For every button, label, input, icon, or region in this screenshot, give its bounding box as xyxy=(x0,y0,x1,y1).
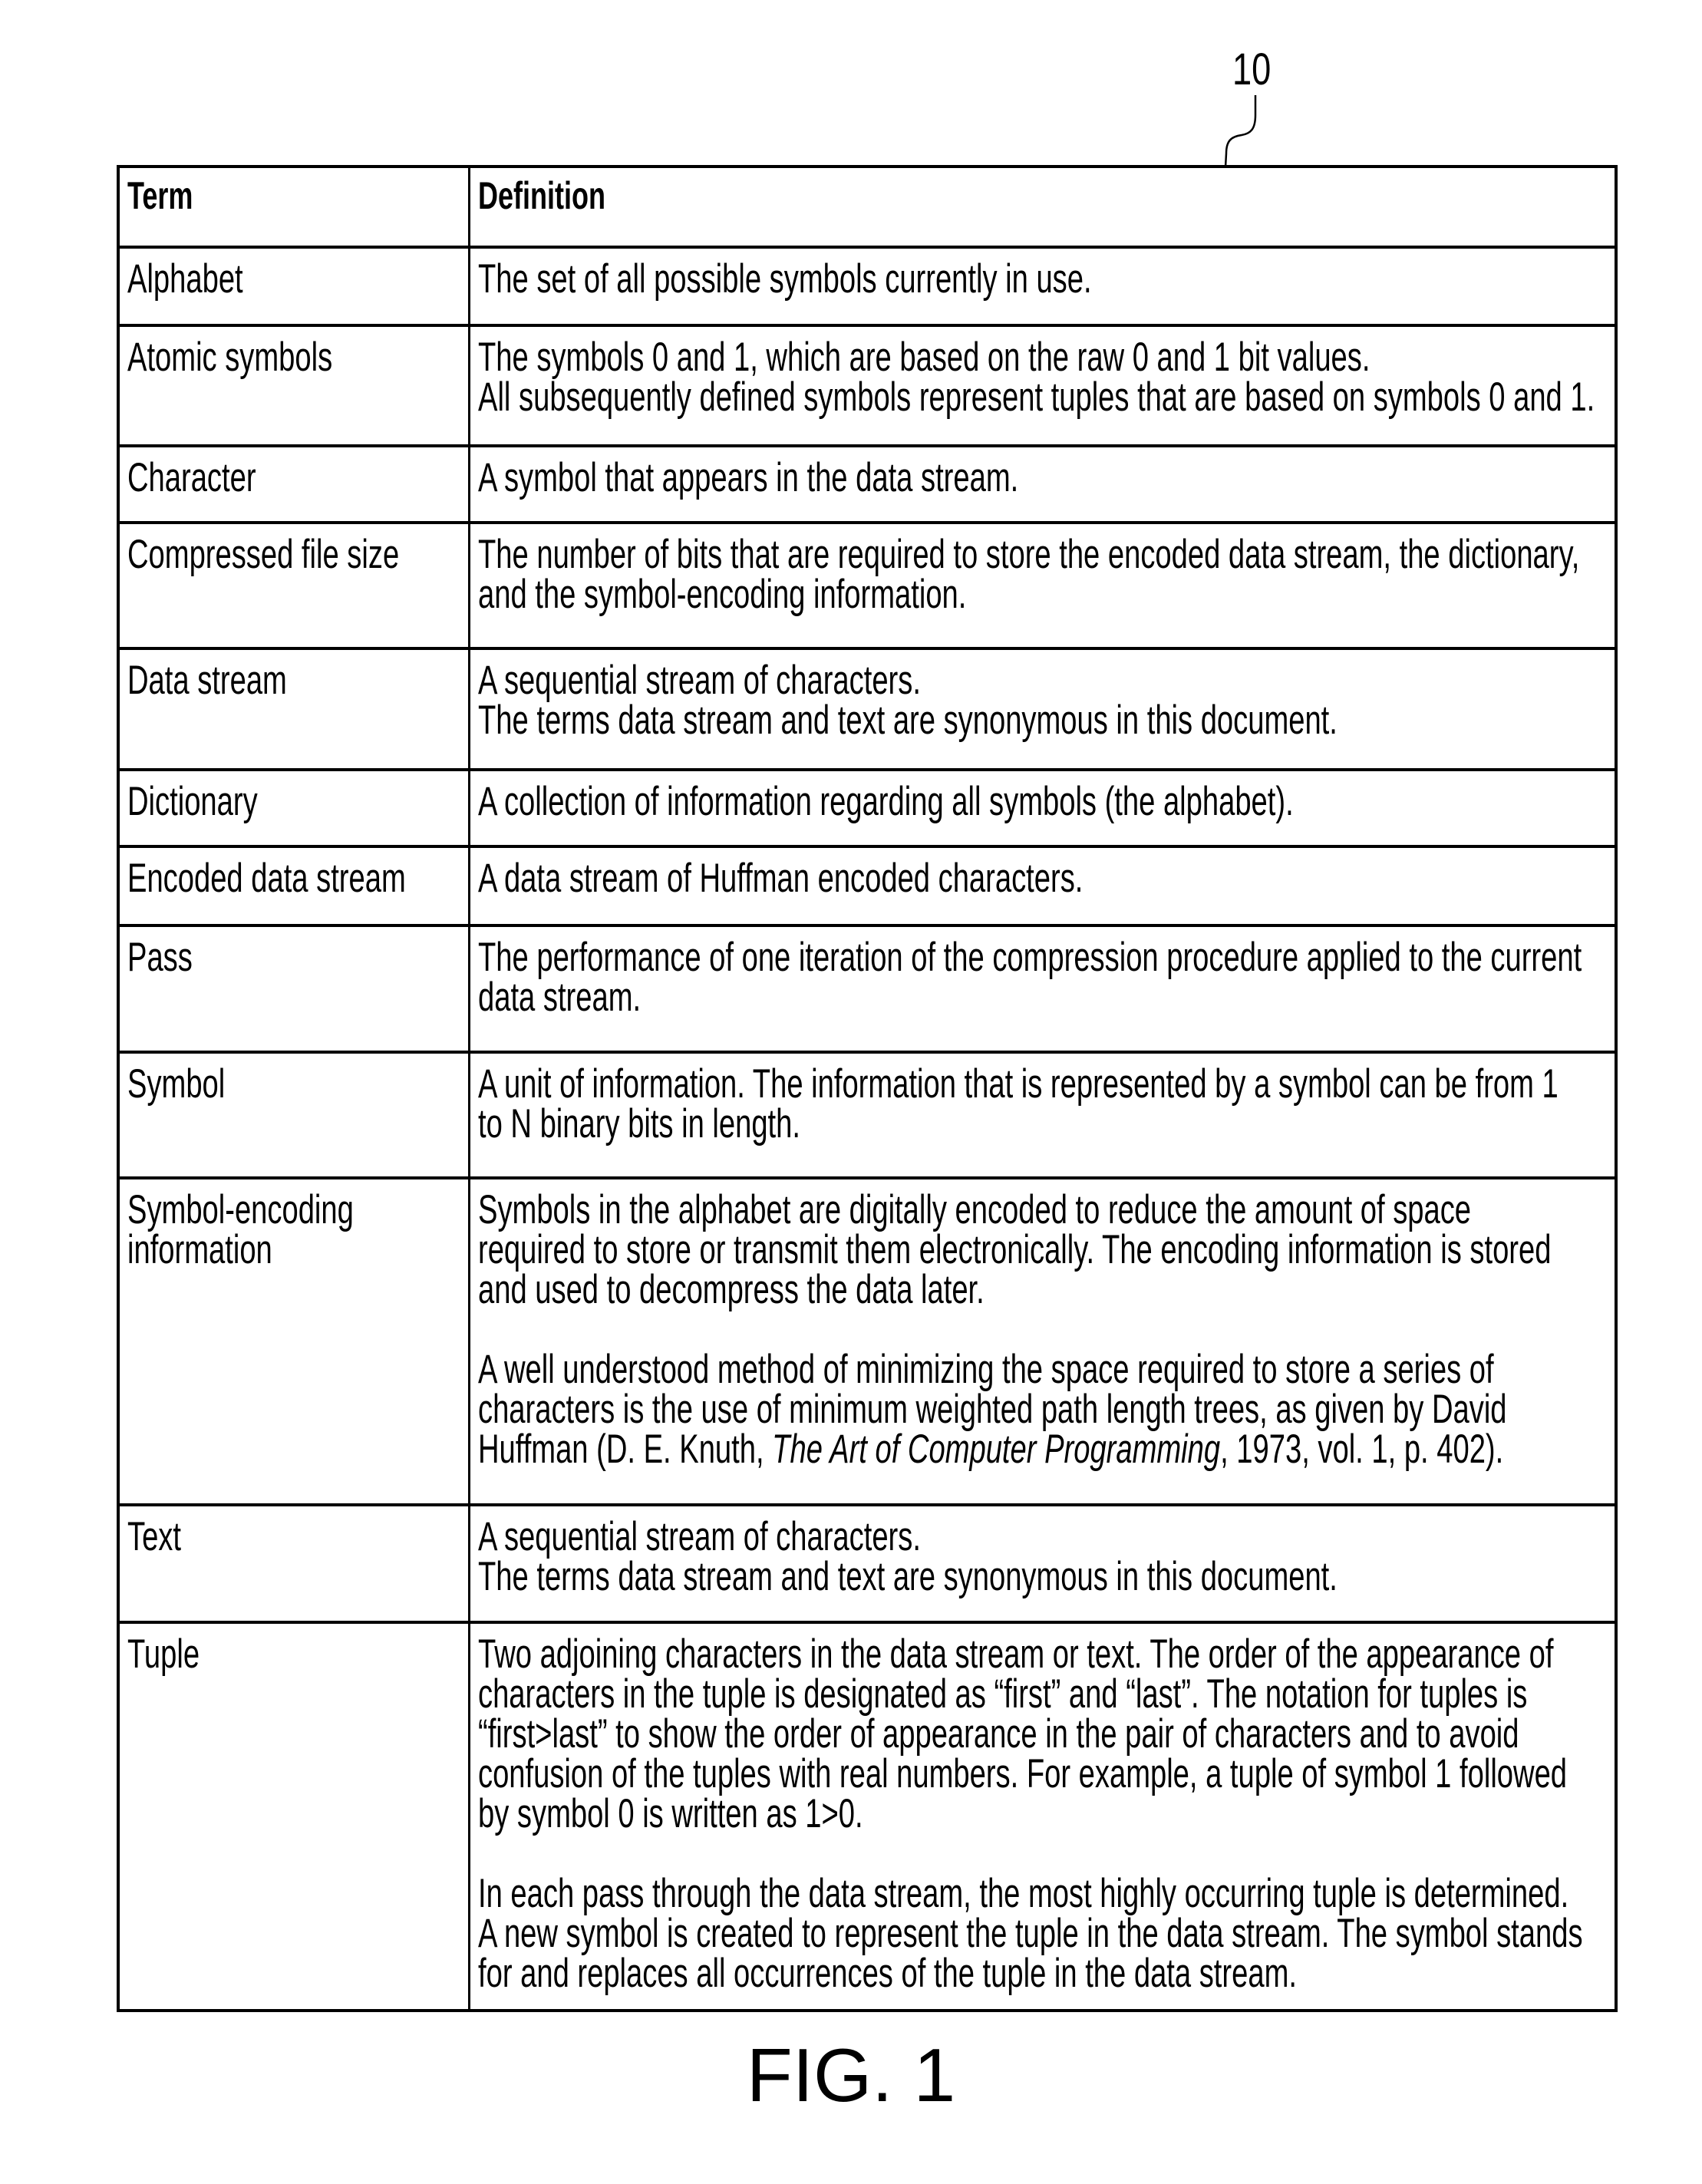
term-cell: Text xyxy=(120,1506,468,1621)
definition-text: characters in the tuple is designated as… xyxy=(478,1671,1528,1717)
definition-text: required to store or transmit them elect… xyxy=(478,1227,1552,1272)
definition-text: The set of all possible symbols currentl… xyxy=(478,256,1092,302)
definition-text: The performance of one iteration of the … xyxy=(478,935,1582,980)
term-cell: Dictionary xyxy=(120,771,468,845)
definition-text: The terms data stream and text are synon… xyxy=(478,1554,1338,1599)
definition-cell: A unit of information. The information t… xyxy=(470,1054,1615,1176)
term-cell: Symbol-encoding information xyxy=(120,1179,468,1503)
term-text: Atomic symbols xyxy=(127,335,333,380)
table-row: Dictionary A collection of information re… xyxy=(120,768,1615,845)
definition-text: A data stream of Huffman encoded charact… xyxy=(478,856,1084,901)
definition-cell: A sequential stream of characters. The te… xyxy=(470,650,1615,768)
definition-text: The symbols 0 and 1, which are based on … xyxy=(478,335,1371,380)
definition-text: A collection of information regarding al… xyxy=(478,779,1294,824)
term-cell: Pass xyxy=(120,927,468,1051)
table-row: Symbol A unit of information. The informa… xyxy=(120,1051,1615,1176)
term-cell: Encoded data stream xyxy=(120,848,468,924)
definition-text: A sequential stream of characters. xyxy=(478,1514,921,1559)
definition-cell: The performance of one iteration of the … xyxy=(470,927,1615,1051)
definition-text: A symbol that appears in the data stream… xyxy=(478,455,1019,500)
definition-cell: A data stream of Huffman encoded charact… xyxy=(470,848,1615,924)
definition-text: and used to decompress the data later. xyxy=(478,1267,985,1312)
term-text: Pass xyxy=(127,935,193,980)
header-definition-label: Definition xyxy=(478,174,605,217)
definition-cell: The number of bits that are required to … xyxy=(470,524,1615,647)
definition-text: for and replaces all occurrences of the … xyxy=(478,1951,1297,1996)
definition-text: and the symbol-encoding information. xyxy=(478,572,967,617)
definition-cell: The symbols 0 and 1, which are based on … xyxy=(470,327,1615,444)
term-text: Data stream xyxy=(127,658,287,703)
table-row: Atomic symbols The symbols 0 and 1, which… xyxy=(120,324,1615,444)
term-text: Character xyxy=(127,455,256,500)
definition-text: by symbol 0 is written as 1>0. xyxy=(478,1791,863,1836)
definition-text: characters is the use of minimum weighte… xyxy=(478,1387,1507,1432)
definition-text: Huffman (D. E. Knuth, The Art of Compute… xyxy=(478,1427,1504,1472)
definition-text: The number of bits that are required to … xyxy=(478,532,1580,577)
term-cell: Compressed file size xyxy=(120,524,468,647)
definition-text: A new symbol is created to represent the… xyxy=(478,1911,1583,1956)
definition-text: to N binary bits in length. xyxy=(478,1101,800,1146)
term-text: Tuple xyxy=(127,1631,200,1677)
definition-text: “first>last” to show the order of appear… xyxy=(478,1711,1519,1757)
figure-caption-text: FIG. 1 xyxy=(746,2033,956,2117)
term-cell: Alphabet xyxy=(120,249,468,324)
term-cell: Tuple xyxy=(120,1624,468,2012)
definition-text: In each pass through the data stream, th… xyxy=(478,1871,1569,1916)
definition-cell: Two adjoining characters in the data str… xyxy=(470,1624,1615,2012)
definition-text: Two adjoining characters in the data str… xyxy=(478,1631,1554,1677)
table-row: Pass The performance of one iteration of … xyxy=(120,924,1615,1051)
header-term: Term xyxy=(120,165,468,246)
table-row: Encoded data stream A data stream of Huff… xyxy=(120,845,1615,924)
table-row: Symbol-encoding information Symbols in the… xyxy=(120,1176,1615,1503)
term-cell: Atomic symbols xyxy=(120,327,468,444)
definition-text: Symbols in the alphabet are digitally en… xyxy=(478,1187,1472,1232)
glossary-table: Term Definition Alphabet The set of all pos… xyxy=(117,165,1618,2012)
header-definition: Definition xyxy=(470,165,1615,246)
term-cell: Character xyxy=(120,447,468,521)
definition-cell: A sequential stream of characters. The te… xyxy=(470,1506,1615,1621)
table-row: Data stream A sequential stream of charac… xyxy=(120,647,1615,768)
term-text: Text xyxy=(127,1514,181,1559)
table-header-row: Term Definition xyxy=(120,165,1615,246)
term-text: Alphabet xyxy=(127,256,243,302)
table-row: Alphabet The set of all possible symbols … xyxy=(120,246,1615,324)
term-text: Symbol xyxy=(127,1061,226,1107)
term-cell: Symbol xyxy=(120,1054,468,1176)
definition-cell: A collection of information regarding al… xyxy=(470,771,1615,845)
definition-text: A sequential stream of characters. xyxy=(478,658,921,703)
term-text: Encoded data stream xyxy=(127,856,406,901)
term-text: Symbol-encoding xyxy=(127,1187,354,1232)
definition-text: A well understood method of minimizing t… xyxy=(478,1347,1494,1392)
leader-line xyxy=(1224,95,1257,168)
term-text: information xyxy=(127,1227,272,1272)
table-row: Compressed file size The number of bits t… xyxy=(120,521,1615,647)
definition-cell: A symbol that appears in the data stream… xyxy=(470,447,1615,521)
table-row: Text A sequential stream of characters. Th… xyxy=(120,1503,1615,1621)
definition-text: A unit of information. The information t… xyxy=(478,1061,1559,1107)
header-term-label: Term xyxy=(127,174,193,217)
definition-text: data stream. xyxy=(478,975,642,1020)
term-text: Compressed file size xyxy=(127,532,400,577)
figure-caption: FIG. 1 xyxy=(0,2037,1702,2113)
definition-text: confusion of the tuples with real number… xyxy=(478,1751,1568,1796)
definition-cell: The set of all possible symbols currentl… xyxy=(470,249,1615,324)
definition-text: All subsequently defined symbols represe… xyxy=(478,374,1595,420)
definition-text: The terms data stream and text are synon… xyxy=(478,698,1338,743)
reference-numeral: 10 xyxy=(1232,45,1272,94)
table-row: Character A symbol that appears in the da… xyxy=(120,444,1615,521)
definition-cell: Symbols in the alphabet are digitally en… xyxy=(470,1179,1615,1503)
table-row: Tuple Two adjoining characters in the dat… xyxy=(120,1621,1615,2012)
term-text: Dictionary xyxy=(127,779,258,824)
term-cell: Data stream xyxy=(120,650,468,768)
